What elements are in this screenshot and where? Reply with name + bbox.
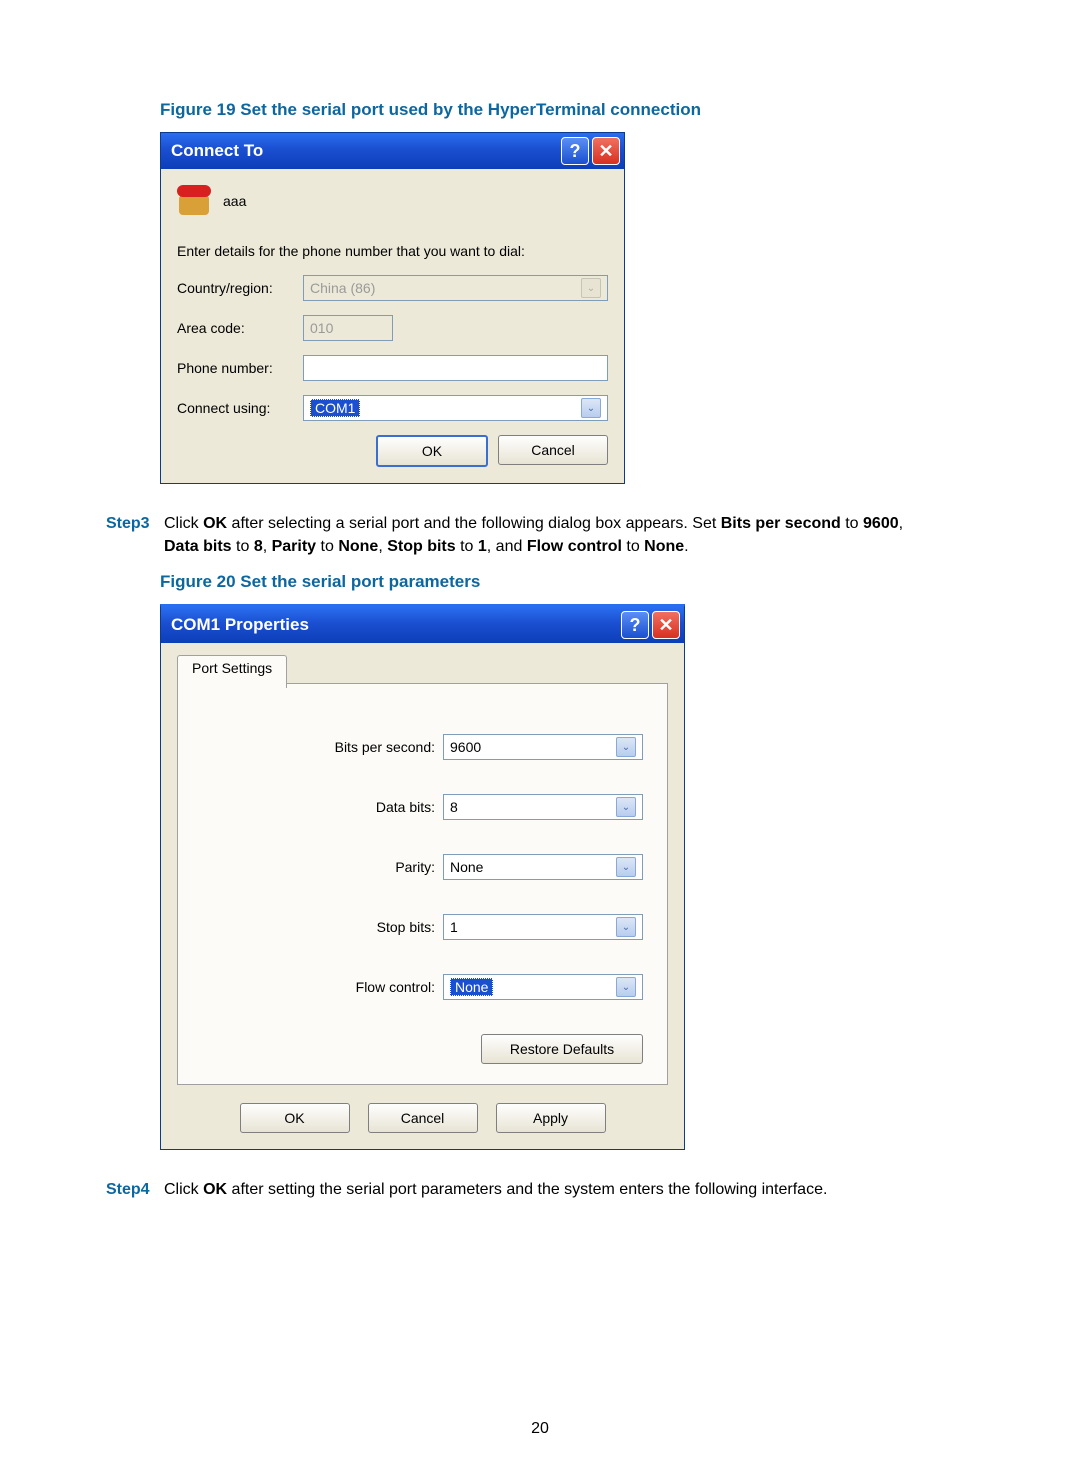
cancel-button[interactable]: Cancel [498,435,608,465]
country-region-combo: China (86) ⌄ [303,275,608,301]
country-region-value: China (86) [310,280,375,296]
chevron-down-icon[interactable]: ⌄ [616,917,636,937]
stop-bits-combo[interactable]: 1 ⌄ [443,914,643,940]
chevron-down-icon[interactable]: ⌄ [616,857,636,877]
window-title: Connect To [171,141,263,161]
ok-button[interactable]: OK [376,435,488,467]
chevron-down-icon[interactable]: ⌄ [581,398,601,418]
page-number: 20 [0,1420,1080,1438]
close-button[interactable]: ✕ [652,611,680,639]
parity-label: Parity: [395,859,435,875]
chevron-down-icon: ⌄ [581,278,601,298]
window-title: COM1 Properties [171,615,309,635]
titlebar: COM1 Properties ? ✕ [161,607,684,643]
stop-bits-label: Stop bits: [377,919,435,935]
parity-combo[interactable]: None ⌄ [443,854,643,880]
help-button[interactable]: ? [561,137,589,165]
step4-text: Click OK after setting the serial port p… [164,1178,970,1201]
titlebar: Connect To ? ✕ [161,133,624,169]
country-region-label: Country/region: [177,280,295,296]
figure-19-caption: Figure 19 Set the serial port used by th… [160,100,970,120]
phone-number-label: Phone number: [177,360,295,376]
ok-button[interactable]: OK [240,1103,350,1133]
stop-bits-value: 1 [450,919,458,935]
apply-button[interactable]: Apply [496,1103,606,1133]
tab-port-settings[interactable]: Port Settings [177,655,287,688]
parity-value: None [450,859,483,875]
phone-number-input[interactable] [303,355,608,381]
step4-label: Step4 [106,1178,150,1201]
help-button[interactable]: ? [621,611,649,639]
close-button[interactable]: ✕ [592,137,620,165]
flow-control-value: None [450,978,493,996]
bits-per-second-value: 9600 [450,739,481,755]
chevron-down-icon[interactable]: ⌄ [616,977,636,997]
connect-using-value: COM1 [310,399,360,417]
chevron-down-icon[interactable]: ⌄ [616,797,636,817]
bits-per-second-label: Bits per second: [335,739,435,755]
flow-control-label: Flow control: [356,979,435,995]
connect-using-combo[interactable]: COM1 ⌄ [303,395,608,421]
connect-to-window: Connect To ? ✕ aaa Enter details for the… [160,132,625,484]
data-bits-label: Data bits: [376,799,435,815]
chevron-down-icon[interactable]: ⌄ [616,737,636,757]
phone-icon [177,183,213,219]
cancel-button[interactable]: Cancel [368,1103,478,1133]
restore-defaults-button[interactable]: Restore Defaults [481,1034,643,1064]
instruction-text: Enter details for the phone number that … [177,243,608,259]
figure-20-caption: Figure 20 Set the serial port parameters [160,572,970,592]
area-code-input: 010 [303,315,393,341]
step3-text: Click OK after selecting a serial port a… [164,512,970,558]
area-code-label: Area code: [177,320,295,336]
connection-name: aaa [223,193,246,209]
connect-using-label: Connect using: [177,400,295,416]
com1-properties-window: COM1 Properties ? ✕ Port Settings Bits p… [160,604,685,1150]
data-bits-value: 8 [450,799,458,815]
port-settings-panel: Bits per second: 9600 ⌄ Data bits: 8 ⌄ P… [177,683,668,1085]
flow-control-combo[interactable]: None ⌄ [443,974,643,1000]
step3-label: Step3 [106,512,150,558]
bits-per-second-combo[interactable]: 9600 ⌄ [443,734,643,760]
data-bits-combo[interactable]: 8 ⌄ [443,794,643,820]
